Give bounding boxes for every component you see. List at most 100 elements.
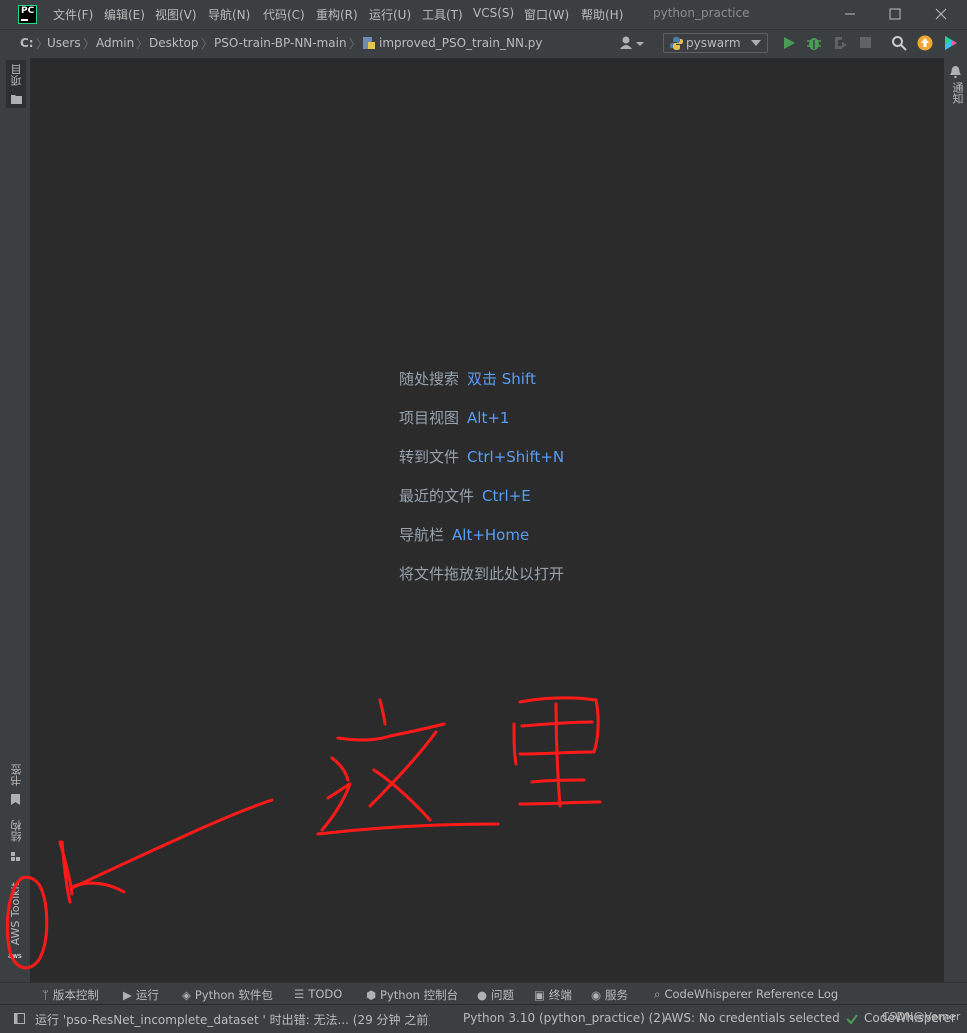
hint-label: 导航栏 xyxy=(399,526,445,544)
hint-label: 转到文件 xyxy=(399,448,460,466)
tab-python-packages[interactable]: ◈ Python 软件包 xyxy=(182,987,273,1003)
python-icon xyxy=(670,37,683,50)
stop-icon[interactable] xyxy=(860,37,872,49)
breadcrumb-separator-icon: 〉 xyxy=(349,37,362,51)
menu-run[interactable]: 运行(U) xyxy=(369,6,411,23)
maximize-icon[interactable] xyxy=(885,4,905,24)
jetbrains-toolbox-icon[interactable] xyxy=(943,35,959,51)
navigation-bar: C: 〉 Users 〉 Admin 〉 Desktop 〉 PSO-train… xyxy=(0,29,967,59)
breadcrumb-file[interactable]: improved_PSO_train_NN.py xyxy=(379,36,542,50)
breadcrumb-separator-icon: 〉 xyxy=(201,37,214,51)
folder-icon xyxy=(11,94,22,104)
menu-window[interactable]: 窗口(W) xyxy=(524,6,569,23)
run-icon: ▶ xyxy=(123,988,132,1002)
menu-refactor[interactable]: 重构(R) xyxy=(316,6,358,23)
menu-navigate[interactable]: 导航(N) xyxy=(208,6,250,23)
handwritten-annotation xyxy=(5,696,602,970)
status-message[interactable]: 运行 'pso-ResNet_incomplete_dataset ' 时出错:… xyxy=(35,1011,430,1028)
breadcrumb-desktop[interactable]: Desktop xyxy=(149,36,199,50)
layers-icon: ◈ xyxy=(182,988,191,1002)
check-icon xyxy=(846,1013,858,1025)
tab-terminal[interactable]: ▣ 终端 xyxy=(534,987,572,1003)
terminal-icon: ▣ xyxy=(534,988,545,1002)
tab-label: 终端 xyxy=(548,988,572,1002)
python-file-icon xyxy=(362,36,376,50)
aws-connection-status[interactable]: AWS: No credentials selected xyxy=(664,1011,840,1025)
breadcrumb-admin[interactable]: Admin xyxy=(96,36,134,50)
update-icon[interactable] xyxy=(917,35,933,51)
hint-shortcut: Alt+Home xyxy=(452,526,530,544)
services-icon: ◉ xyxy=(591,988,602,1002)
menu-code[interactable]: 代码(C) xyxy=(263,6,305,23)
search-icon[interactable] xyxy=(891,35,907,51)
tab-codewhisperer-log[interactable]: ⌕ CodeWhisperer Reference Log xyxy=(654,987,838,1002)
breadcrumb-users[interactable]: Users xyxy=(47,36,81,50)
tab-label: Python 软件包 xyxy=(194,988,273,1002)
breadcrumb-separator-icon: 〉 xyxy=(83,37,96,51)
menu-bar: PC 文件(F) 编辑(E) 视图(V) 导航(N) 代码(C) 重构(R) 运… xyxy=(0,0,967,29)
tab-version-control[interactable]: ᛘ 版本控制 xyxy=(42,987,99,1003)
hint-shortcut: 双击 Shift xyxy=(467,370,536,388)
hint-shortcut: Ctrl+E xyxy=(482,487,531,505)
hint-label: 将文件拖放到此处以打开 xyxy=(399,565,565,583)
breadcrumb-drive[interactable]: C: xyxy=(20,36,34,50)
project-tab-label: 项目 xyxy=(10,64,23,86)
chevron-down-icon xyxy=(751,40,761,46)
window-title: python_practice xyxy=(653,6,750,20)
tab-label: 问题 xyxy=(491,988,515,1002)
run-icon[interactable] xyxy=(782,36,796,50)
menu-view[interactable]: 视图(V) xyxy=(155,6,197,23)
tab-python-console[interactable]: ⬢ Python 控制台 xyxy=(366,987,458,1003)
menu-help[interactable]: 帮助(H) xyxy=(581,6,623,23)
breadcrumb-separator-icon: 〉 xyxy=(136,37,149,51)
coverage-icon[interactable] xyxy=(832,35,848,51)
notifications-tab[interactable]: 通知 xyxy=(946,64,965,110)
menu-file[interactable]: 文件(F) xyxy=(53,6,93,23)
hint-goto-file: 转到文件 Ctrl+Shift+N xyxy=(399,446,564,467)
python-icon: ⬢ xyxy=(366,988,377,1002)
hint-label: 随处搜索 xyxy=(399,370,460,388)
hint-navigation-bar: 导航栏 Alt+Home xyxy=(399,524,529,545)
right-tool-stripe: 通知 xyxy=(944,58,967,982)
logo-text: PC xyxy=(21,6,35,16)
toggle-tool-windows-icon[interactable] xyxy=(14,1013,26,1025)
tab-problems[interactable]: ● 问题 xyxy=(477,987,514,1003)
bell-icon xyxy=(950,66,961,78)
status-bar: 运行 'pso-ResNet_incomplete_dataset ' 时出错:… xyxy=(0,1004,967,1033)
hint-label: 最近的文件 xyxy=(399,487,475,505)
tab-run[interactable]: ▶ 运行 xyxy=(123,987,159,1003)
tab-services[interactable]: ◉ 服务 xyxy=(591,987,628,1003)
user-icon[interactable] xyxy=(619,35,645,51)
hint-shortcut: Ctrl+Shift+N xyxy=(467,448,565,466)
menu-tools[interactable]: 工具(T) xyxy=(422,6,463,23)
tool-window-bar: ᛘ 版本控制 ▶ 运行 ◈ Python 软件包 ☰ TODO ⬢ Python 控制台 … xyxy=(0,982,967,1005)
debug-icon[interactable] xyxy=(806,35,822,51)
hint-drop-files: 将文件拖放到此处以打开 xyxy=(399,563,564,584)
info-icon: ● xyxy=(477,988,488,1002)
list-icon: ☰ xyxy=(294,987,305,1001)
tab-label: 运行 xyxy=(135,988,159,1002)
menu-edit[interactable]: 编辑(E) xyxy=(104,6,145,23)
tab-label: Python 控制台 xyxy=(380,988,459,1002)
hint-project-view: 项目视图 Alt+1 xyxy=(399,407,509,428)
notifications-tab-label: 通知 xyxy=(951,82,964,104)
tab-label: 服务 xyxy=(605,988,629,1002)
run-configuration-select[interactable]: pyswarm xyxy=(663,33,768,53)
minimize-icon[interactable] xyxy=(840,4,860,24)
menu-vcs[interactable]: VCS(S) xyxy=(473,6,514,20)
search-code-icon: ⌕ xyxy=(654,987,661,1001)
hint-label: 项目视图 xyxy=(399,409,460,427)
tab-todo[interactable]: ☰ TODO xyxy=(294,987,342,1001)
tab-label: CodeWhisperer Reference Log xyxy=(664,987,839,1001)
project-tab[interactable]: 项目 xyxy=(6,60,26,108)
watermark: CSDN@Verner xyxy=(882,1010,961,1023)
hint-search-everywhere: 随处搜索 双击 Shift xyxy=(399,368,536,389)
hint-recent-files: 最近的文件 Ctrl+E xyxy=(399,485,531,506)
tab-label: 版本控制 xyxy=(52,988,99,1002)
close-icon[interactable] xyxy=(931,4,951,24)
branch-icon: ᛘ xyxy=(42,988,49,1002)
pycharm-logo-icon: PC xyxy=(18,5,37,24)
tab-label: TODO xyxy=(308,987,343,1001)
breadcrumb-folder[interactable]: PSO-train-BP-NN-main xyxy=(214,36,347,50)
interpreter-selector[interactable]: Python 3.10 (python_practice) (2) xyxy=(463,1011,666,1025)
